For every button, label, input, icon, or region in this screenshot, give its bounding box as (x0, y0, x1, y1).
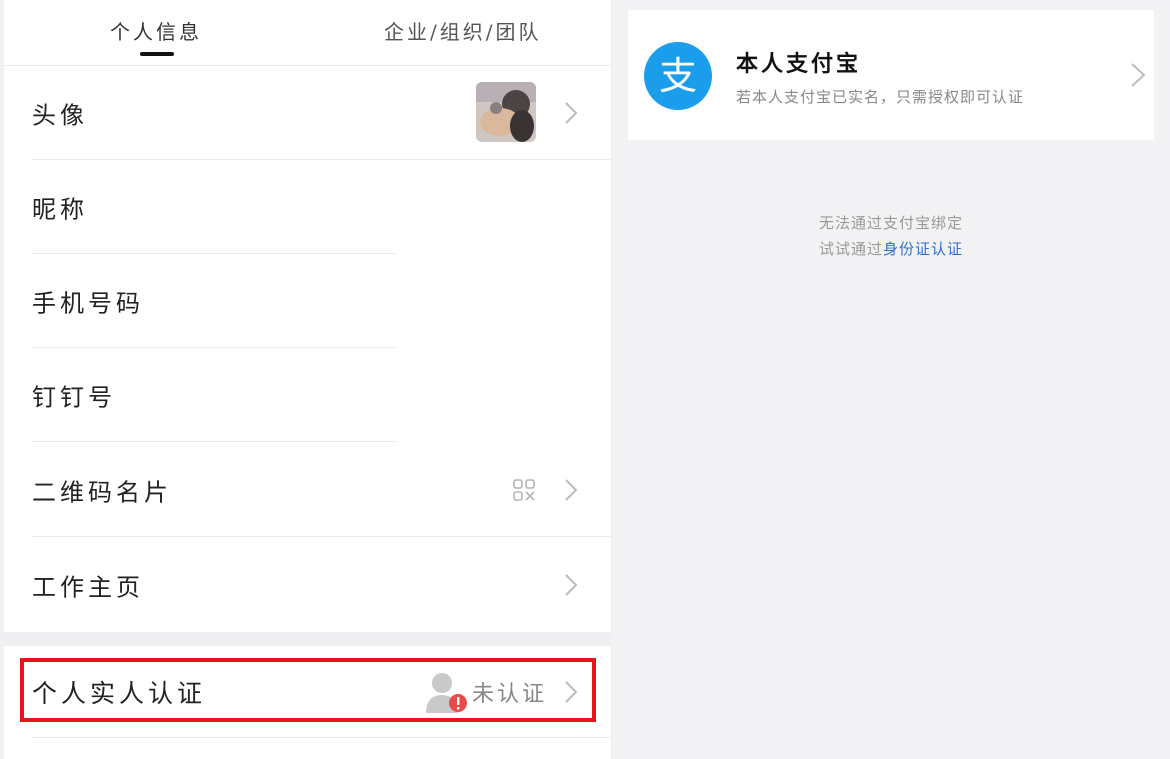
row-qr-card-label: 二维码名片 (32, 478, 172, 507)
row-avatar-label: 头像 (32, 101, 88, 130)
fallback-line2-prefix: 试试通过 (818, 240, 883, 258)
chevron-right-icon (565, 479, 578, 501)
fallback-line1: 无法通过支付宝绑定 (818, 214, 963, 232)
tab-bar: 个人信息 企业/组织/团队 (4, 0, 611, 66)
alipay-logo-icon: 支 (644, 42, 712, 110)
highlight-box (20, 658, 596, 722)
divider (32, 536, 611, 537)
alipay-subtitle: 若本人支付宝已实名，只需授权即可认证 (736, 88, 1025, 106)
row-nickname[interactable]: 昵称 (4, 160, 611, 254)
verification-panel: 支 本人支付宝 若本人支付宝已实名，只需授权即可认证 无法通过支付宝绑定 试试通… (612, 0, 1170, 759)
personal-info-panel: 个人信息 企业/组织/团队 头像 昵称 手机号码 钉钉号 二维码名片 工作主页 … (4, 0, 611, 759)
row-work-home-label: 工作主页 (32, 573, 144, 602)
divider (32, 737, 611, 738)
fallback-text: 无法通过支付宝绑定 试试通过身份证认证 (612, 210, 1170, 262)
chevron-right-icon (1131, 63, 1146, 87)
tab-personal-info[interactable]: 个人信息 (110, 16, 202, 45)
row-work-home[interactable]: 工作主页 (4, 538, 611, 632)
screen: 个人信息 企业/组织/团队 头像 昵称 手机号码 钉钉号 二维码名片 工作主页 … (0, 0, 1170, 759)
row-dingtalk-id[interactable]: 钉钉号 (4, 348, 611, 442)
active-tab-indicator (140, 52, 174, 56)
alipay-logo-glyph: 支 (659, 54, 697, 98)
fallback-line2: 试试通过身份证认证 (612, 236, 1170, 262)
row-phone-label: 手机号码 (32, 289, 144, 318)
row-dingtalk-id-label: 钉钉号 (32, 383, 116, 412)
avatar[interactable] (476, 82, 536, 142)
alipay-title: 本人支付宝 (736, 51, 862, 77)
divider (32, 441, 396, 442)
row-phone[interactable]: 手机号码 (4, 254, 611, 348)
tab-organization[interactable]: 企业/组织/团队 (384, 16, 541, 45)
chevron-right-icon (565, 574, 578, 596)
chevron-right-icon (565, 102, 578, 124)
row-nickname-label: 昵称 (32, 195, 88, 224)
id-card-verify-link[interactable]: 身份证认证 (883, 240, 963, 258)
row-qr-card[interactable]: 二维码名片 (4, 443, 611, 537)
alipay-verify-option[interactable]: 支 本人支付宝 若本人支付宝已实名，只需授权即可认证 (628, 10, 1154, 140)
section-gap (4, 632, 611, 646)
qr-code-icon (513, 479, 535, 501)
